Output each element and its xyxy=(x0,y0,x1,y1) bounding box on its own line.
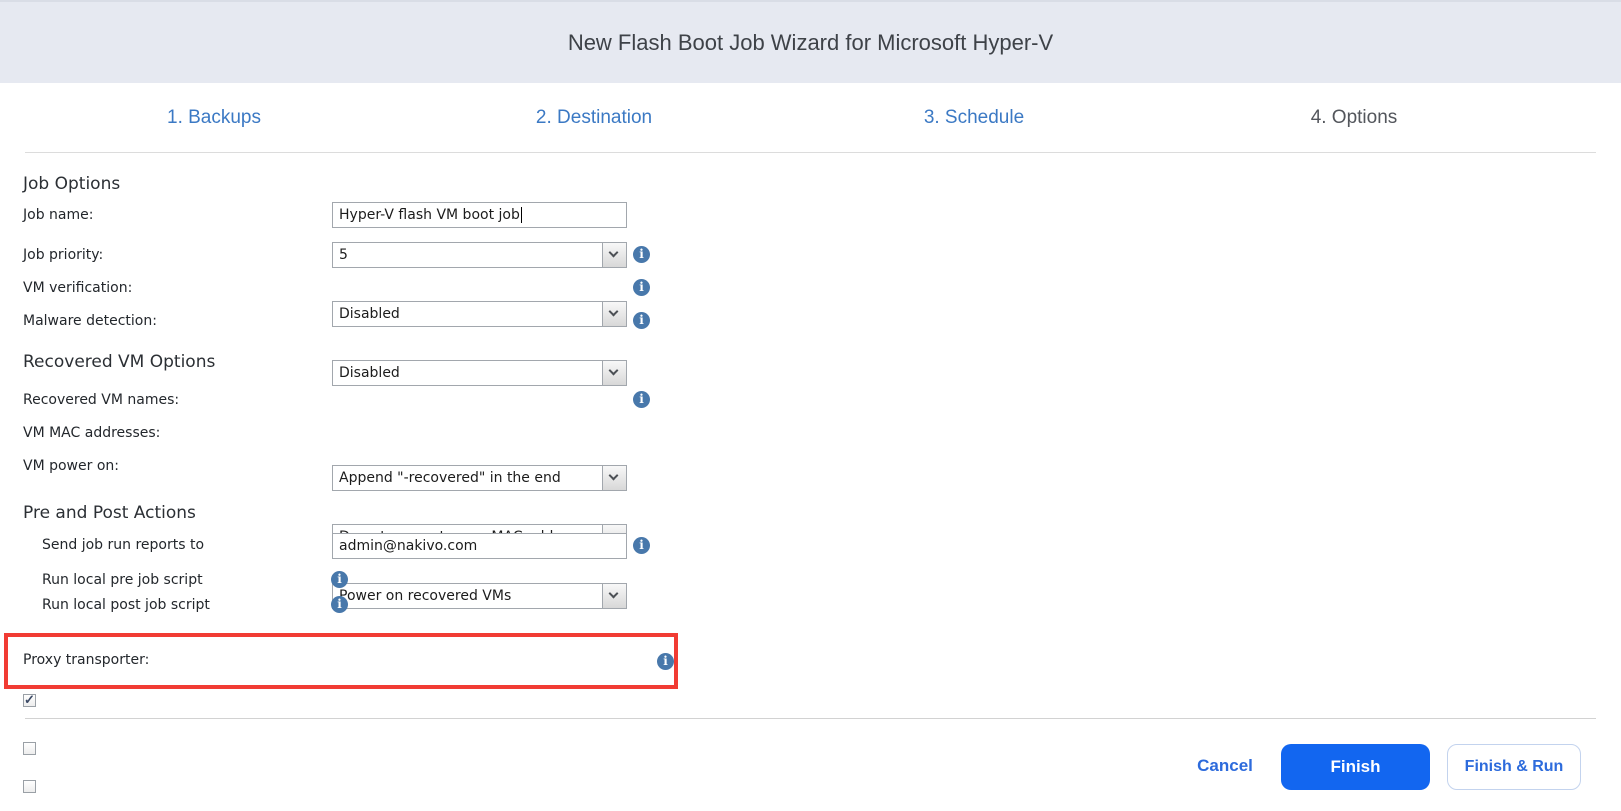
vm-power-on-label: VM power on: xyxy=(23,458,119,474)
recovered-vm-names-label: Recovered VM names: xyxy=(23,392,180,408)
wizard-dialog: New Flash Boot Job Wizard for Microsoft … xyxy=(0,0,1621,811)
pre-script-label: Run local pre job script xyxy=(42,572,203,588)
vm-verification-select[interactable]: Disabled xyxy=(332,301,627,327)
job-name-label: Job name: xyxy=(23,207,94,223)
malware-detection-select[interactable]: Disabled xyxy=(332,360,627,386)
vm-verification-info-icon[interactable]: i xyxy=(633,279,650,296)
vm-power-on-select[interactable]: Power on recovered VMs xyxy=(332,583,627,609)
chevron-down-icon[interactable] xyxy=(602,361,626,385)
post-script-checkbox[interactable] xyxy=(23,780,36,793)
finish-and-run-button[interactable]: Finish & Run xyxy=(1447,744,1581,790)
job-name-input[interactable]: Hyper-V flash VM boot job xyxy=(332,202,627,228)
step-options[interactable]: 4. Options xyxy=(1164,83,1544,152)
job-name-text: Hyper-V flash VM boot job xyxy=(339,207,520,223)
recovered-vm-names-info-icon[interactable]: i xyxy=(633,391,650,408)
steps-divider xyxy=(25,152,1596,153)
step-schedule[interactable]: 3. Schedule xyxy=(784,83,1164,152)
finish-button[interactable]: Finish xyxy=(1281,744,1430,790)
cancel-button[interactable]: Cancel xyxy=(1185,756,1265,776)
wizard-header: New Flash Boot Job Wizard for Microsoft … xyxy=(0,0,1621,83)
send-reports-label: Send job run reports to xyxy=(42,537,205,553)
footer-divider xyxy=(25,718,1596,719)
vm-verification-label: VM verification: xyxy=(23,280,133,296)
section-pre-post-actions: Pre and Post Actions xyxy=(23,503,196,523)
proxy-transporter-label: Proxy transporter: xyxy=(23,652,150,668)
text-cursor xyxy=(520,207,522,223)
chevron-down-icon[interactable] xyxy=(602,584,626,608)
send-reports-email-input[interactable]: admin@nakivo.com xyxy=(332,533,627,559)
wizard-steps: 1. Backups 2. Destination 3. Schedule 4.… xyxy=(24,83,1544,152)
proxy-transporter-info-icon[interactable]: i xyxy=(657,653,674,670)
section-recovered-vm-options: Recovered VM Options xyxy=(23,352,216,372)
section-job-options: Job Options xyxy=(23,174,121,194)
vm-mac-addresses-label: VM MAC addresses: xyxy=(23,425,161,441)
recovered-vm-names-select[interactable]: Append "-recovered" in the end xyxy=(332,465,627,491)
pre-script-info-icon[interactable]: i xyxy=(331,571,348,588)
send-reports-info-icon[interactable]: i xyxy=(633,537,650,554)
malware-detection-info-icon[interactable]: i xyxy=(633,312,650,329)
job-priority-select[interactable]: 5 xyxy=(332,242,627,268)
malware-detection-label: Malware detection: xyxy=(23,313,157,329)
pre-script-checkbox[interactable] xyxy=(23,742,36,755)
wizard-title: New Flash Boot Job Wizard for Microsoft … xyxy=(567,30,1054,55)
send-reports-email-text: admin@nakivo.com xyxy=(339,538,478,554)
job-priority-label: Job priority: xyxy=(23,247,104,263)
chevron-down-icon[interactable] xyxy=(602,466,626,490)
send-reports-checkbox[interactable] xyxy=(23,692,36,708)
chevron-down-icon[interactable] xyxy=(602,243,626,267)
step-backups[interactable]: 1. Backups xyxy=(24,83,404,152)
job-priority-info-icon[interactable]: i xyxy=(633,246,650,263)
step-destination[interactable]: 2. Destination xyxy=(404,83,784,152)
post-script-label: Run local post job script xyxy=(42,597,210,613)
chevron-down-icon[interactable] xyxy=(602,302,626,326)
post-script-info-icon[interactable]: i xyxy=(331,596,348,613)
